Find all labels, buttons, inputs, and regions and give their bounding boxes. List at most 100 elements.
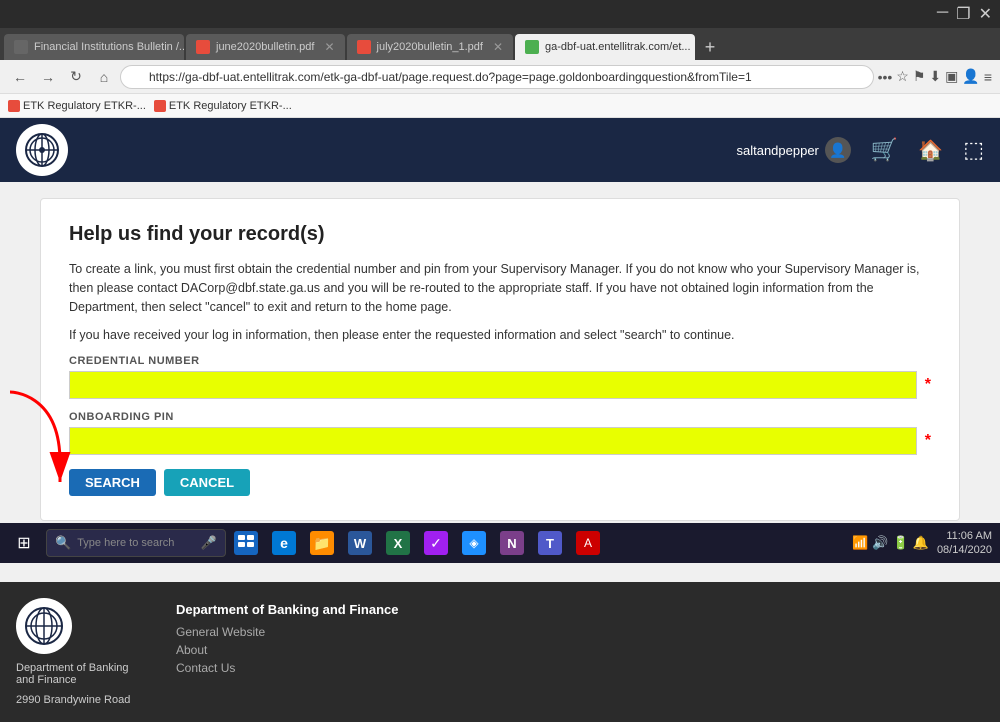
notifications-icon[interactable]: 🔔	[913, 535, 929, 551]
taskbar-search-icon: 🔍	[55, 535, 71, 551]
credential-input-row: *	[69, 371, 931, 399]
credential-number-input[interactable]	[69, 371, 917, 399]
footer-org-name: Department of Banking and Finance	[16, 662, 136, 686]
tab-july-bulletin[interactable]: july2020bulletin_1.pdf ✕	[347, 34, 513, 60]
record-find-card: Help us find your record(s) To create a …	[40, 198, 960, 521]
start-button[interactable]: ⊞	[4, 523, 44, 563]
taskbar-time: 11:06 AM	[937, 529, 992, 543]
microphone-icon: 🎤	[201, 535, 217, 551]
tab-financial[interactable]: Financial Institutions Bulletin /... ✕	[4, 34, 184, 60]
forward-btn[interactable]: →	[36, 65, 60, 89]
restore-btn[interactable]: ❐	[956, 4, 970, 24]
excel-icon: X	[386, 531, 410, 555]
acrobat-icon: A	[576, 531, 600, 555]
tab-entellitrak[interactable]: ga-dbf-uat.entellitrak.com/et... ✕	[515, 34, 695, 60]
bookmark-favicon-1	[8, 100, 20, 112]
url-text: https://ga-dbf-uat.entellitrak.com/etk-g…	[149, 70, 752, 84]
download-icon[interactable]: ⬇	[929, 68, 941, 85]
edge-icon: e	[272, 531, 296, 555]
bookmark-2[interactable]: ETK Regulatory ETKR-...	[154, 100, 292, 112]
new-tab-button[interactable]: +	[697, 34, 723, 60]
minimize-btn[interactable]: ─	[937, 4, 948, 24]
tab-close-june[interactable]: ✕	[324, 40, 334, 54]
credential-label: CREDENTIAL NUMBER	[69, 355, 931, 367]
more-options-icon[interactable]: •••	[878, 69, 893, 85]
onenote-icon: N	[500, 531, 524, 555]
account-icon[interactable]: 👤	[962, 68, 979, 85]
task-view-icon	[234, 531, 258, 555]
browser-tabs: Financial Institutions Bulletin /... ✕ j…	[0, 28, 1000, 60]
credential-required-star: *	[925, 376, 931, 394]
home-icon[interactable]: 🏠	[918, 138, 943, 163]
tab-favicon-etk	[525, 40, 539, 54]
tab-june-bulletin[interactable]: june2020bulletin.pdf ✕	[186, 34, 345, 60]
logout-icon[interactable]: ⬚	[963, 137, 984, 163]
form-button-row: SEARCH CANCEL	[69, 469, 931, 496]
browser-titlebar: ─ ❐ ✕	[0, 0, 1000, 28]
sidebar-icon[interactable]: ▣	[945, 68, 958, 85]
volume-icon: 🔊	[872, 535, 888, 551]
tab-favicon-financial	[14, 40, 28, 54]
footer-link-contact[interactable]: Contact Us	[176, 661, 984, 675]
taskbar-right: 📶 🔊 🔋 🔔 11:06 AM 08/14/2020	[852, 529, 996, 558]
taskbar-view-button[interactable]	[228, 525, 264, 561]
footer-logo-section: Department of Banking and Finance 2990 B…	[16, 598, 136, 706]
footer-logo-icon	[24, 606, 64, 646]
bookmark-favicon-2	[154, 100, 166, 112]
taskbar-edge-app[interactable]: e	[266, 525, 302, 561]
taskbar-explorer-app[interactable]: 📁	[304, 525, 340, 561]
app-header: saltandpepper 👤 🛒 🏠 ⬚	[0, 118, 1000, 182]
bookmark-label-1: ETK Regulatory ETKR-...	[23, 100, 146, 112]
taskbar-search[interactable]: 🔍 Type here to search 🎤	[46, 529, 226, 557]
refresh-btn[interactable]: ↻	[64, 65, 88, 89]
page-footer: Department of Banking and Finance 2990 B…	[0, 582, 1000, 722]
taskbar-check-app[interactable]: ✓	[418, 525, 454, 561]
windows-taskbar: ⊞ 🔍 Type here to search 🎤 e 📁 W	[0, 523, 1000, 563]
taskbar-acrobat-app[interactable]: A	[570, 525, 606, 561]
teams-icon: T	[538, 531, 562, 555]
card-description-2: If you have received your log in informa…	[69, 326, 931, 345]
check-app-icon: ✓	[424, 531, 448, 555]
user-avatar: 👤	[825, 137, 851, 163]
address-bar[interactable]: https://ga-dbf-uat.entellitrak.com/etk-g…	[120, 65, 874, 89]
nav-right-icons: ••• ☆ ⚑ ⬇ ▣ 👤 ≡	[878, 68, 992, 85]
cancel-button[interactable]: CANCEL	[164, 469, 250, 496]
main-content: Help us find your record(s) To create a …	[0, 182, 1000, 537]
collections-icon[interactable]: ⚑	[913, 68, 926, 85]
footer-link-general[interactable]: General Website	[176, 625, 984, 639]
home-btn[interactable]: ⌂	[92, 65, 116, 89]
tab-favicon-july	[357, 40, 371, 54]
back-btn[interactable]: ←	[8, 65, 32, 89]
taskbar-word-app[interactable]: W	[342, 525, 378, 561]
favorites-icon[interactable]: ☆	[896, 68, 909, 85]
close-btn[interactable]: ✕	[979, 4, 992, 24]
tab-label-etk: ga-dbf-uat.entellitrak.com/et...	[545, 41, 691, 53]
cart-icon[interactable]: 🛒	[871, 137, 898, 163]
pin-input-row: *	[69, 427, 931, 455]
service-icon: ◈	[462, 531, 486, 555]
taskbar-teams-app[interactable]: T	[532, 525, 568, 561]
user-info[interactable]: saltandpepper 👤	[736, 137, 850, 163]
taskbar-system-icons: 📶 🔊 🔋 🔔	[852, 535, 929, 551]
taskbar-date: 08/14/2020	[937, 543, 992, 557]
tab-close-july[interactable]: ✕	[493, 40, 503, 54]
explorer-icon: 📁	[310, 531, 334, 555]
taskbar-onenote-app[interactable]: N	[494, 525, 530, 561]
bookmarks-bar: ETK Regulatory ETKR-... ETK Regulatory E…	[0, 94, 1000, 118]
search-button[interactable]: SEARCH	[69, 469, 156, 496]
logo-icon	[24, 132, 60, 168]
word-icon: W	[348, 531, 372, 555]
footer-link-about[interactable]: About	[176, 643, 984, 657]
footer-links-title: Department of Banking and Finance	[176, 602, 984, 617]
menu-icon[interactable]: ≡	[984, 69, 992, 85]
taskbar-service-app[interactable]: ◈	[456, 525, 492, 561]
bookmark-1[interactable]: ETK Regulatory ETKR-...	[8, 100, 146, 112]
tab-favicon-june	[196, 40, 210, 54]
main-wrapper: Help us find your record(s) To create a …	[0, 182, 1000, 582]
onboarding-pin-input[interactable]	[69, 427, 917, 455]
header-right: saltandpepper 👤 🛒 🏠 ⬚	[736, 137, 984, 163]
tab-label-financial: Financial Institutions Bulletin /...	[34, 41, 184, 53]
address-bar-wrapper: 🔒 https://ga-dbf-uat.entellitrak.com/etk…	[120, 65, 874, 89]
taskbar-excel-app[interactable]: X	[380, 525, 416, 561]
app-logo	[16, 124, 68, 176]
